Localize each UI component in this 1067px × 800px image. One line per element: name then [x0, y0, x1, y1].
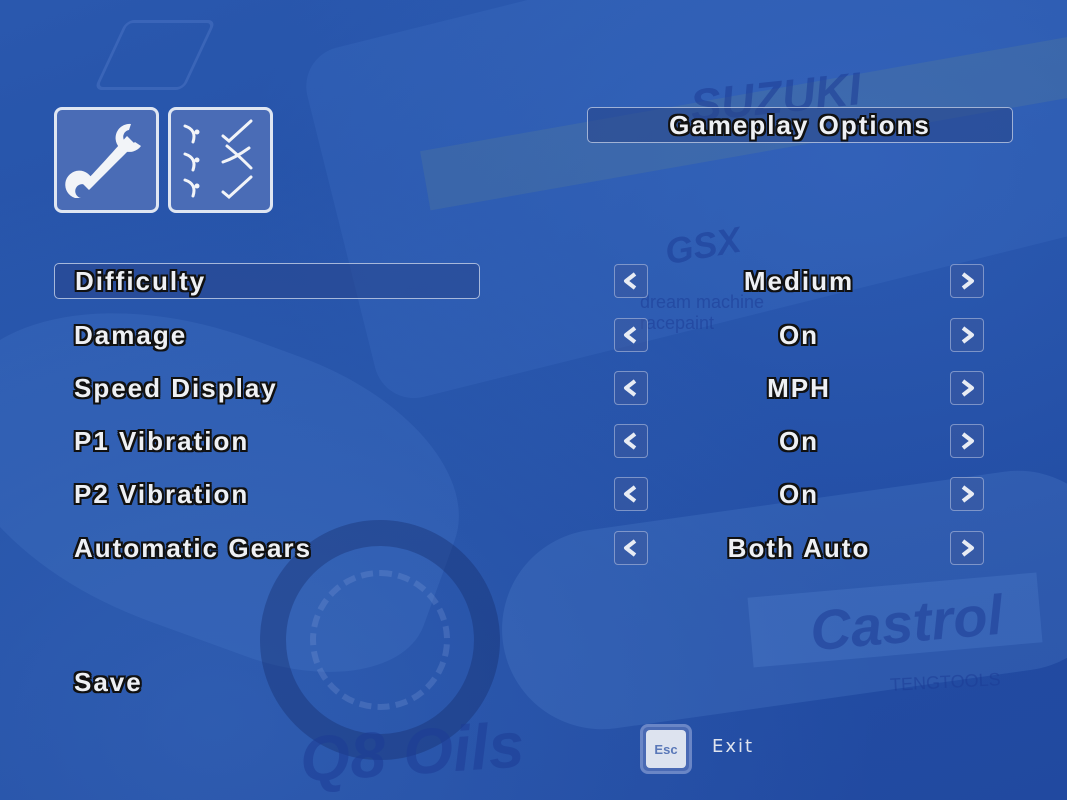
left-arrow-icon [624, 272, 637, 290]
option-label-automatic-gears[interactable]: Automatic Gears [54, 530, 480, 566]
checklist-icon [183, 119, 252, 199]
option-label-difficulty[interactable]: Difficulty [54, 263, 480, 299]
option-value-p1-vibration: On [778, 425, 820, 456]
p2-vibration-next-button[interactable] [950, 477, 984, 511]
speed-display-prev-button[interactable] [614, 371, 648, 405]
p1-vibration-prev-button[interactable] [614, 424, 648, 458]
p1-vibration-next-button[interactable] [950, 424, 984, 458]
option-row-automatic-gears: Automatic Gears Both Auto [54, 530, 1004, 566]
damage-prev-button[interactable] [614, 318, 648, 352]
option-value-damage: On [778, 319, 820, 350]
option-value-speed-display: MPH [767, 372, 831, 403]
option-label-p2-vibration[interactable]: P2 Vibration [54, 476, 480, 512]
left-arrow-icon [624, 485, 637, 503]
option-row-p2-vibration: P2 Vibration On [54, 476, 1004, 512]
left-arrow-icon [624, 326, 637, 344]
damage-next-button[interactable] [950, 318, 984, 352]
left-arrow-icon [624, 379, 637, 397]
option-label-damage[interactable]: Damage [54, 317, 480, 353]
right-arrow-icon [961, 485, 974, 503]
screen-title-bar: Gameplay Options [587, 107, 1013, 143]
exit-label: Exit [712, 736, 755, 757]
tab-gameplay[interactable] [168, 107, 273, 213]
wrench-icon [64, 123, 141, 198]
option-label-speed-display[interactable]: Speed Display [54, 370, 480, 406]
tab-settings[interactable] [54, 107, 159, 213]
speed-display-next-button[interactable] [950, 371, 984, 405]
option-label-p1-vibration[interactable]: P1 Vibration [54, 423, 480, 459]
esc-key-label: Esc [646, 730, 686, 768]
option-row-damage: Damage On [54, 317, 1004, 353]
option-value-automatic-gears: Both Auto [727, 532, 871, 563]
esc-key-button[interactable]: Esc [640, 724, 692, 774]
difficulty-next-button[interactable] [950, 264, 984, 298]
difficulty-prev-button[interactable] [614, 264, 648, 298]
option-value-difficulty: Medium [743, 265, 855, 296]
right-arrow-icon [961, 326, 974, 344]
bg-watermark-tengtools: TENGTOOLS [889, 669, 1002, 695]
p2-vibration-prev-button[interactable] [614, 477, 648, 511]
bg-watermark-q8oils: Q8 Oils [297, 708, 527, 796]
bg-suzuki-logo [93, 20, 217, 90]
right-arrow-icon [961, 432, 974, 450]
right-arrow-icon [961, 379, 974, 397]
option-row-p1-vibration: P1 Vibration On [54, 423, 1004, 459]
option-value-p2-vibration: On [778, 478, 820, 509]
page-title: Gameplay Options [669, 109, 931, 140]
option-row-difficulty: Difficulty Medium [54, 263, 1004, 299]
option-row-speed-display: Speed Display MPH [54, 370, 1004, 406]
save-button[interactable]: Save [74, 664, 143, 700]
left-arrow-icon [624, 432, 637, 450]
left-arrow-icon [624, 539, 637, 557]
automatic-gears-next-button[interactable] [950, 531, 984, 565]
right-arrow-icon [961, 272, 974, 290]
right-arrow-icon [961, 539, 974, 557]
bg-brake-disc-shape [310, 570, 450, 710]
automatic-gears-prev-button[interactable] [614, 531, 648, 565]
